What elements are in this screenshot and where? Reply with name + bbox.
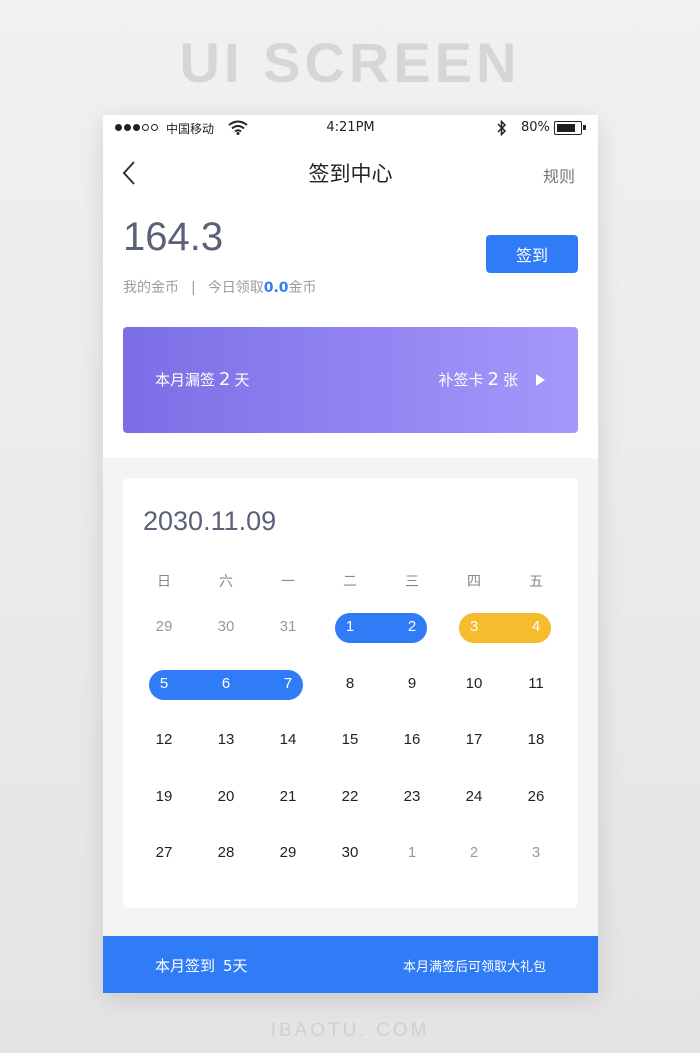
- calendar-day[interactable]: 27: [144, 844, 184, 861]
- missed-prefix: 本月漏签: [155, 371, 216, 389]
- coin-label: 我的金币: [123, 280, 179, 296]
- today-prefix: 今日领取: [207, 280, 264, 296]
- today-suffix: 金币: [288, 280, 317, 296]
- calendar-day[interactable]: 19: [144, 788, 184, 805]
- makeup-suffix: 张: [502, 371, 518, 389]
- calendar-day[interactable]: 29: [144, 618, 184, 635]
- weekday-header: 三: [405, 574, 419, 590]
- calendar-day[interactable]: 20: [206, 788, 246, 805]
- weekday-header: 二: [343, 574, 357, 590]
- month-signed: 本月签到 5天: [155, 955, 248, 976]
- site-footer: IBAOTU. COM: [270, 1020, 430, 1041]
- calendar-day[interactable]: 8: [330, 675, 370, 692]
- calendar-date: 2030.11.09: [143, 506, 277, 536]
- calendar-day[interactable]: 13: [206, 731, 246, 748]
- calendar-day[interactable]: 3: [516, 844, 556, 861]
- calendar-day[interactable]: 14: [268, 731, 308, 748]
- play-arrow-icon: [536, 374, 545, 386]
- calendar-day[interactable]: 10: [454, 675, 494, 692]
- rules-link[interactable]: 规则: [543, 163, 575, 187]
- page-title: 签到中心: [308, 162, 393, 186]
- weekday-header: 五: [529, 574, 543, 590]
- calendar-day[interactable]: 29: [268, 844, 308, 861]
- calendar-day[interactable]: 21: [268, 788, 308, 805]
- calendar-day[interactable]: 7: [268, 675, 308, 692]
- calendar-day[interactable]: 9: [392, 675, 432, 692]
- calendar-day[interactable]: 30: [206, 618, 246, 635]
- battery-percent: 80%: [521, 120, 550, 135]
- calendar-card: 2030.11.09 日六一二三四五 29 30 31 1 2 3 4 5 6 7 8 9 10 11 12 1…: [123, 478, 578, 908]
- status-bar: 中国移动 4:21PM 80%: [103, 115, 598, 143]
- divider: |: [191, 280, 196, 296]
- gift-note: 本月满签后可领取大礼包: [402, 960, 546, 975]
- calendar-day[interactable]: 18: [516, 731, 556, 748]
- battery-icon: [554, 121, 586, 135]
- calendar-day[interactable]: 22: [330, 788, 370, 805]
- calendar-day[interactable]: 28: [206, 844, 246, 861]
- weekday-header: 四: [467, 574, 481, 590]
- calendar-day[interactable]: 1: [330, 618, 370, 635]
- calendar-day[interactable]: 1: [392, 844, 432, 861]
- makeup-cards: 补签卡 2 张: [439, 369, 518, 390]
- today-coin-value: 0.0: [263, 280, 289, 296]
- missed-suffix: 天: [234, 371, 250, 389]
- calendar-day[interactable]: 24: [454, 788, 494, 805]
- calendar-day[interactable]: 6: [206, 675, 246, 692]
- phone-screen: 中国移动 4:21PM 80% 签到中心 规则 164.3 我的金币 | 今日领取0…: [103, 115, 598, 993]
- calendar-day[interactable]: 15: [330, 731, 370, 748]
- calendar-day[interactable]: 2: [454, 844, 494, 861]
- bluetooth-icon: [497, 120, 507, 136]
- calendar-day[interactable]: 5: [144, 675, 184, 692]
- signed-count: 5天: [223, 957, 248, 975]
- weekday-header: 六: [219, 574, 233, 590]
- calendar-day[interactable]: 3: [454, 618, 494, 635]
- calendar-day[interactable]: 31: [268, 618, 308, 635]
- signin-button[interactable]: 签到: [486, 235, 578, 273]
- coin-balance: 164.3: [123, 215, 224, 259]
- bottom-bar: 本月签到 5天 本月满签后可领取大礼包: [103, 936, 598, 993]
- coin-summary: 我的金币 | 今日领取0.0金币: [123, 277, 317, 297]
- missed-signin-banner[interactable]: 本月漏签 2 天 补签卡 2 张: [123, 327, 578, 433]
- calendar-day[interactable]: 17: [454, 731, 494, 748]
- missed-days: 本月漏签 2 天: [155, 369, 249, 390]
- signed-prefix: 本月签到: [155, 957, 216, 975]
- weekday-header: 日: [157, 574, 171, 590]
- calendar-day[interactable]: 4: [516, 618, 556, 635]
- calendar-day[interactable]: 11: [516, 675, 556, 692]
- makeup-count: 2: [487, 369, 499, 390]
- calendar-day[interactable]: 12: [144, 731, 184, 748]
- banner-title: UI SCREEN: [179, 31, 521, 94]
- calendar-day[interactable]: 23: [392, 788, 432, 805]
- makeup-prefix: 补签卡: [438, 371, 484, 389]
- missed-count: 2: [219, 369, 231, 390]
- calendar-day[interactable]: 2: [392, 618, 432, 635]
- calendar-day[interactable]: 26: [516, 788, 556, 805]
- calendar-day[interactable]: 16: [392, 731, 432, 748]
- weekday-header: 一: [281, 574, 295, 590]
- calendar-day[interactable]: 30: [330, 844, 370, 861]
